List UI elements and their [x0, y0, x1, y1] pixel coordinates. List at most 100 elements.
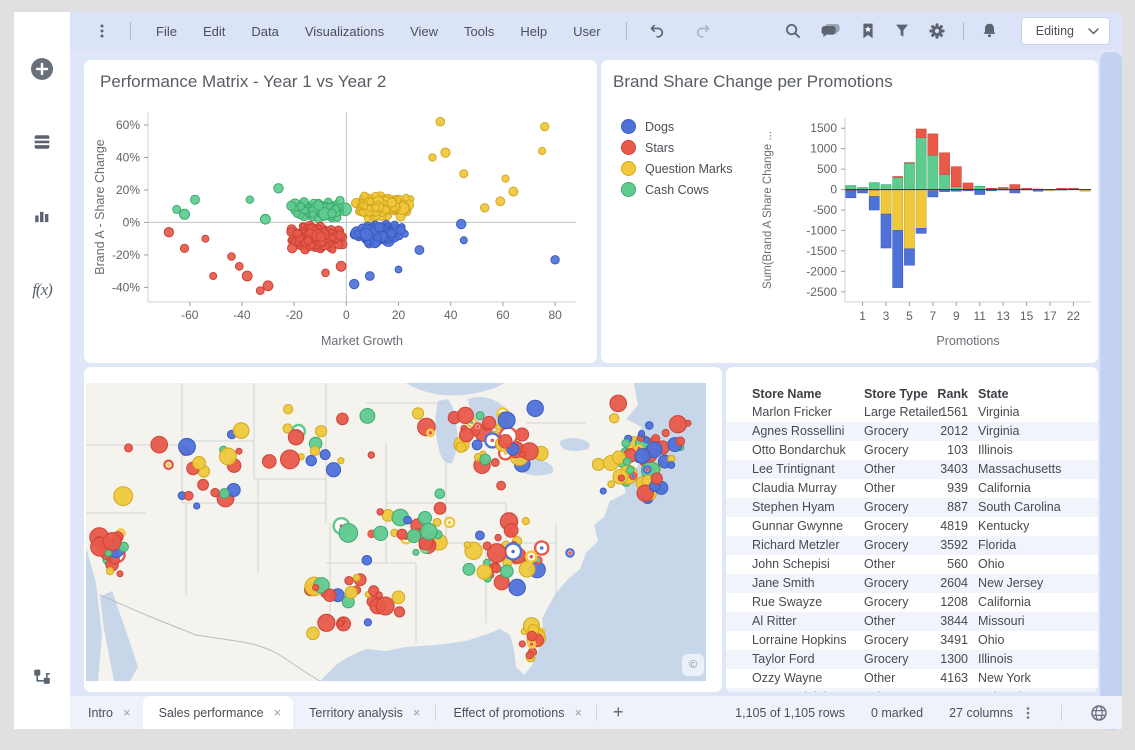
table-row[interactable]: Rue SwayzeGrocery1208California — [726, 593, 1098, 612]
settings-button[interactable] — [919, 18, 955, 44]
page-tab-territory-analysis[interactable]: Territory analysis × — [293, 696, 432, 729]
table-cell: Agnes Rossellini — [752, 422, 860, 441]
map-panel[interactable]: © — [84, 367, 722, 692]
table-column-header[interactable]: Rank — [904, 385, 968, 403]
table-row[interactable]: Agnes RosselliniGrocery2012Virginia — [726, 422, 1098, 441]
svg-text:40%: 40% — [116, 150, 140, 164]
svg-text:17: 17 — [1043, 309, 1057, 323]
table-row[interactable]: Richard MetzlerGrocery3592Florida — [726, 536, 1098, 555]
page-tab-intro[interactable]: Intro × — [72, 696, 143, 729]
table-row[interactable]: Stephen HyamGrocery887South Carolina — [726, 498, 1098, 517]
table-cell: Ozzy Wayne — [752, 669, 860, 688]
globe-icon[interactable] — [1090, 704, 1108, 722]
comments-button[interactable] — [811, 18, 851, 44]
bar-panel[interactable]: Brand Share Change per Promotions DogsSt… — [601, 60, 1098, 363]
svg-text:Market Growth: Market Growth — [321, 334, 403, 348]
table-cell: Ohio — [978, 555, 1090, 574]
app-window: f(x) FileEditDataVisualizationsViewTools… — [14, 12, 1122, 729]
menu-item-user[interactable]: User — [560, 20, 613, 43]
comments-icon — [820, 22, 842, 40]
table-cell: Jane Smith — [752, 574, 860, 593]
table-row[interactable]: Lee TrintignantOther3403Massachusetts — [726, 460, 1098, 479]
table-row[interactable]: Gunnar GwynneGrocery4819Kentucky — [726, 517, 1098, 536]
table-cell: Nebraska — [978, 688, 1090, 692]
table-column-header[interactable]: State — [978, 385, 1090, 403]
top-toolbar: FileEditDataVisualizationsViewToolsHelpU… — [70, 12, 1122, 50]
data-in-analysis-button[interactable] — [14, 121, 70, 165]
table-column-header[interactable]: Store Name — [752, 385, 860, 403]
svg-text:0: 0 — [343, 308, 350, 322]
table-cell: Asa Randolph — [752, 688, 860, 692]
search-button[interactable] — [775, 18, 811, 44]
close-tab-icon[interactable]: × — [274, 706, 282, 719]
functions-button[interactable]: f(x) — [14, 268, 70, 312]
table-row[interactable]: Marlon FrickerLarge Retailer1561Virginia — [726, 403, 1098, 422]
data-canvas-button[interactable] — [14, 656, 70, 700]
table-cell: Ohio — [978, 631, 1090, 650]
table-row[interactable]: Ozzy WayneOther4163New York — [726, 669, 1098, 688]
table-row[interactable]: Taylor FordGrocery1300Illinois — [726, 650, 1098, 669]
table-row[interactable]: Claudia MurrayOther939California — [726, 479, 1098, 498]
table-panel[interactable]: Store NameStore TypeRankState Marlon Fri… — [726, 367, 1098, 692]
kebab-menu-button[interactable] — [86, 19, 118, 43]
page-tab-sales-performance[interactable]: Sales performance× — [143, 696, 294, 729]
desktop-frame: f(x) FileEditDataVisualizationsViewTools… — [0, 0, 1135, 750]
close-tab-icon[interactable]: × — [413, 706, 421, 719]
table-cell: Virginia — [978, 403, 1090, 422]
scatter-chart[interactable]: 60%40%20%0%-20%-40%-60-40-20020406080Mar… — [84, 60, 597, 363]
add-visualization-button[interactable] — [14, 48, 70, 92]
mode-dropdown[interactable]: Editing — [1021, 17, 1110, 45]
add-page-button[interactable]: + — [599, 702, 638, 723]
bookmarks-button[interactable] — [851, 18, 885, 44]
scatter-panel[interactable]: Performance Matrix - Year 1 vs Year 2 60… — [84, 60, 597, 363]
menu-item-help[interactable]: Help — [507, 20, 560, 43]
close-tab-icon[interactable]: × — [123, 706, 131, 719]
menu-item-data[interactable]: Data — [238, 20, 291, 43]
menu-item-view[interactable]: View — [397, 20, 451, 43]
page-tab-label: Intro — [88, 706, 113, 720]
page-tab-effect-of-promotions[interactable]: Effect of promotions× — [438, 696, 595, 729]
table-cell: Rue Swayze — [752, 593, 860, 612]
table-cell: Otto Bondarchuk — [752, 441, 860, 460]
column-count-label: 27 columns — [949, 706, 1013, 720]
menu-item-file[interactable]: File — [143, 20, 190, 43]
page-tabs: Intro×Sales performance×Territory analys… — [72, 696, 599, 729]
table-cell: California — [978, 479, 1090, 498]
close-tab-icon[interactable]: × — [574, 706, 582, 719]
table-row[interactable]: Asa RandolphOther3153Nebraska — [726, 688, 1098, 692]
table-row[interactable]: Lorraine HopkinsGrocery3491Ohio — [726, 631, 1098, 650]
redo-button[interactable] — [685, 18, 721, 44]
filter-button[interactable] — [885, 18, 919, 44]
notifications-button[interactable] — [972, 18, 1007, 44]
menu-item-edit[interactable]: Edit — [190, 20, 238, 43]
map-attribution-button[interactable]: © — [682, 654, 704, 676]
table-cell: 2012 — [904, 422, 968, 441]
marked-count-label: 0 marked — [871, 706, 923, 720]
table-row[interactable]: Al RitterOther3844Missouri — [726, 612, 1098, 631]
table-body: Marlon FrickerLarge Retailer1561Virginia… — [726, 403, 1098, 692]
visualization-types-button[interactable] — [14, 195, 70, 239]
table-row[interactable]: John SchepisiOther560Ohio — [726, 555, 1098, 574]
svg-text:1000: 1000 — [810, 142, 837, 156]
undo-button[interactable] — [639, 18, 675, 44]
menu-item-visualizations[interactable]: Visualizations — [292, 20, 397, 43]
bar-chart[interactable]: 150010005000-500-1000-1500-2000-25001357… — [601, 60, 1098, 363]
svg-text:-20: -20 — [285, 308, 303, 322]
table-cell: Illinois — [978, 650, 1090, 669]
status-kebab-icon[interactable] — [1023, 706, 1033, 720]
table-row[interactable]: Otto BondarchukGrocery103Illinois — [726, 441, 1098, 460]
status-separator — [1061, 705, 1062, 721]
row-count-label: 1,105 of 1,105 rows — [735, 706, 845, 720]
table-row[interactable]: Jane SmithGrocery2604New Jersey — [726, 574, 1098, 593]
table-cell: 887 — [904, 498, 968, 517]
page-tab-label: Territory analysis — [309, 706, 403, 720]
toolbar-separator — [626, 22, 627, 40]
search-icon — [784, 22, 802, 40]
map-chart[interactable] — [86, 383, 706, 681]
table-header: Store NameStore TypeRankState — [726, 385, 1098, 403]
table-cell: 560 — [904, 555, 968, 574]
menu-item-tools[interactable]: Tools — [451, 20, 507, 43]
vertical-scrollbar[interactable] — [1100, 52, 1122, 730]
table-cell: Lee Trintignant — [752, 460, 860, 479]
svg-text:1: 1 — [859, 309, 866, 323]
